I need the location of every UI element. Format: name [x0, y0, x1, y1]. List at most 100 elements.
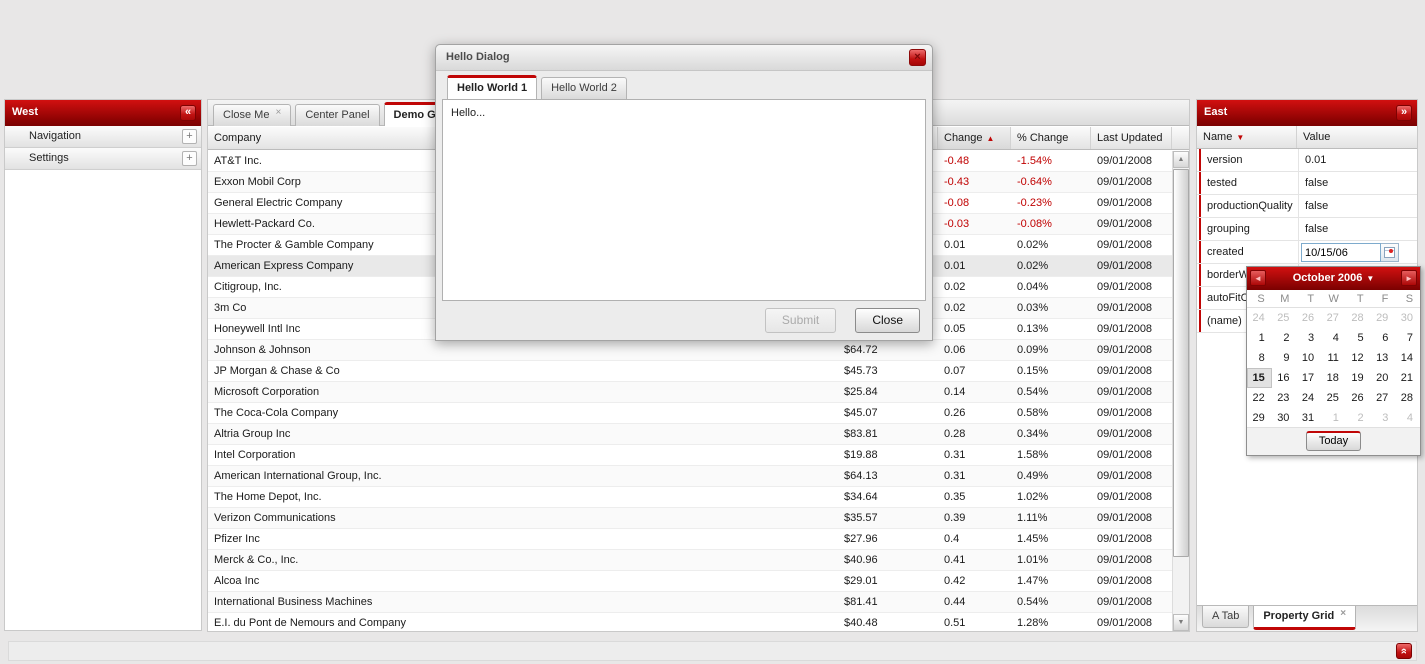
property-row[interactable]: created: [1197, 241, 1417, 264]
scroll-up-icon[interactable]: ▲: [1173, 151, 1189, 168]
expand-plus-icon[interactable]: +: [182, 151, 197, 166]
close-icon[interactable]: ×: [909, 49, 926, 66]
calendar-day[interactable]: 26: [1346, 388, 1371, 408]
east-tab-a-tab[interactable]: A Tab: [1202, 606, 1249, 628]
calendar-day[interactable]: 5: [1346, 328, 1371, 348]
calendar-day[interactable]: 12: [1346, 348, 1371, 368]
calendar-day[interactable]: 27: [1321, 308, 1346, 328]
table-row[interactable]: Altria Group Inc$83.810.280.34%09/01/200…: [208, 424, 1172, 445]
calendar-day[interactable]: 17: [1296, 368, 1321, 388]
date-picker-header[interactable]: ◄ October 2006▼ ►: [1247, 267, 1420, 290]
property-row[interactable]: productionQualityfalse: [1197, 195, 1417, 218]
table-row[interactable]: JP Morgan & Chase & Co$45.730.070.15%09/…: [208, 361, 1172, 382]
column-header-change[interactable]: Change▲: [938, 127, 1011, 149]
tab-center-panel[interactable]: Center Panel: [295, 104, 379, 126]
property-row[interactable]: groupingfalse: [1197, 218, 1417, 241]
expand-plus-icon[interactable]: +: [182, 129, 197, 144]
prev-month-icon[interactable]: ◄: [1250, 270, 1266, 286]
tab-close-me[interactable]: Close Me×: [213, 104, 291, 126]
table-row[interactable]: Alcoa Inc$29.010.421.47%09/01/2008: [208, 571, 1172, 592]
accordion-item-navigation[interactable]: Navigation+: [5, 126, 201, 148]
table-row[interactable]: Intel Corporation$19.880.311.58%09/01/20…: [208, 445, 1172, 466]
calendar-day[interactable]: 14: [1395, 348, 1420, 368]
grid-cell: 0.26: [938, 403, 1011, 423]
table-row[interactable]: Microsoft Corporation$25.840.140.54%09/0…: [208, 382, 1172, 403]
collapse-right-icon[interactable]: »: [1396, 105, 1412, 121]
property-row[interactable]: version0.01: [1197, 149, 1417, 172]
calendar-day[interactable]: 25: [1321, 388, 1346, 408]
table-row[interactable]: Merck & Co., Inc.$40.960.411.01%09/01/20…: [208, 550, 1172, 571]
accordion-item-settings[interactable]: Settings+: [5, 148, 201, 170]
table-row[interactable]: International Business Machines$81.410.4…: [208, 592, 1172, 613]
calendar-day[interactable]: 13: [1371, 348, 1396, 368]
calendar-day[interactable]: 1: [1247, 328, 1272, 348]
dialog-tab-hello-world-1[interactable]: Hello World 1: [447, 75, 537, 99]
month-title[interactable]: October 2006: [1293, 272, 1363, 284]
calendar-day[interactable]: 30: [1395, 308, 1420, 328]
table-row[interactable]: Pfizer Inc$27.960.41.45%09/01/2008: [208, 529, 1172, 550]
calendar-day[interactable]: 6: [1371, 328, 1396, 348]
calendar-day[interactable]: 21: [1395, 368, 1420, 388]
column-header-name[interactable]: Name▼: [1197, 126, 1297, 148]
vertical-scrollbar[interactable]: ▲ ▼: [1172, 151, 1189, 631]
submit-button[interactable]: Submit: [765, 308, 836, 333]
calendar-day[interactable]: 25: [1272, 308, 1297, 328]
next-month-icon[interactable]: ►: [1401, 270, 1417, 286]
table-row[interactable]: American International Group, Inc.$64.13…: [208, 466, 1172, 487]
calendar-day[interactable]: 27: [1371, 388, 1396, 408]
calendar-day[interactable]: 22: [1247, 388, 1272, 408]
date-input[interactable]: [1301, 243, 1381, 262]
calendar-day[interactable]: 8: [1247, 348, 1272, 368]
calendar-day[interactable]: 29: [1371, 308, 1396, 328]
calendar-day[interactable]: 29: [1247, 408, 1272, 428]
calendar-day[interactable]: 24: [1247, 308, 1272, 328]
calendar-day[interactable]: 4: [1395, 408, 1420, 428]
calendar-day[interactable]: 3: [1371, 408, 1396, 428]
calendar-day[interactable]: 30: [1272, 408, 1297, 428]
calendar-day[interactable]: 2: [1346, 408, 1371, 428]
calendar-day[interactable]: 4: [1321, 328, 1346, 348]
calendar-trigger-icon[interactable]: [1381, 243, 1399, 262]
table-row[interactable]: E.I. du Pont de Nemours and Company$40.4…: [208, 613, 1172, 631]
grid-cell: Johnson & Johnson: [208, 340, 838, 360]
collapse-left-icon[interactable]: «: [180, 105, 196, 121]
east-tab-property-grid[interactable]: Property Grid×: [1253, 606, 1356, 630]
scroll-down-icon[interactable]: ▼: [1173, 614, 1189, 631]
calendar-day[interactable]: 15: [1247, 368, 1272, 388]
month-dropdown-icon[interactable]: ▼: [1366, 274, 1374, 283]
table-row[interactable]: Verizon Communications$35.570.391.11%09/…: [208, 508, 1172, 529]
tab-close-icon[interactable]: ×: [275, 107, 281, 118]
calendar-day[interactable]: 28: [1395, 388, 1420, 408]
calendar-day[interactable]: 3: [1296, 328, 1321, 348]
column-header-last-updated[interactable]: Last Updated: [1091, 127, 1172, 149]
calendar-day[interactable]: 16: [1272, 368, 1297, 388]
calendar-day[interactable]: 19: [1346, 368, 1371, 388]
dialog-tab-hello-world-2[interactable]: Hello World 2: [541, 77, 627, 99]
calendar-day[interactable]: 1: [1321, 408, 1346, 428]
column-header-value[interactable]: Value: [1297, 126, 1401, 148]
calendar-day[interactable]: 28: [1346, 308, 1371, 328]
dialog-titlebar[interactable]: Hello Dialog ×: [436, 45, 932, 71]
calendar-day[interactable]: 26: [1296, 308, 1321, 328]
today-button[interactable]: Today: [1306, 431, 1361, 451]
table-row[interactable]: The Home Depot, Inc.$34.640.351.02%09/01…: [208, 487, 1172, 508]
property-row[interactable]: testedfalse: [1197, 172, 1417, 195]
calendar-day[interactable]: 11: [1321, 348, 1346, 368]
calendar-day[interactable]: 31: [1296, 408, 1321, 428]
calendar-day[interactable]: 24: [1296, 388, 1321, 408]
calendar-day[interactable]: 20: [1371, 368, 1396, 388]
property-value: 0.01: [1299, 149, 1403, 171]
close-button[interactable]: Close: [855, 308, 920, 333]
tab-close-icon[interactable]: ×: [1340, 608, 1346, 619]
calendar-day[interactable]: 10: [1296, 348, 1321, 368]
table-row[interactable]: The Coca-Cola Company$45.070.260.58%09/0…: [208, 403, 1172, 424]
column-header-pct-change[interactable]: % Change: [1011, 127, 1091, 149]
calendar-day[interactable]: 2: [1272, 328, 1297, 348]
calendar-day[interactable]: 18: [1321, 368, 1346, 388]
scrollbar-thumb[interactable]: [1173, 169, 1189, 557]
calendar-day[interactable]: 23: [1272, 388, 1297, 408]
table-row[interactable]: Johnson & Johnson$64.720.060.09%09/01/20…: [208, 340, 1172, 361]
expand-up-icon[interactable]: »: [1396, 643, 1412, 659]
calendar-day[interactable]: 7: [1395, 328, 1420, 348]
calendar-day[interactable]: 9: [1272, 348, 1297, 368]
